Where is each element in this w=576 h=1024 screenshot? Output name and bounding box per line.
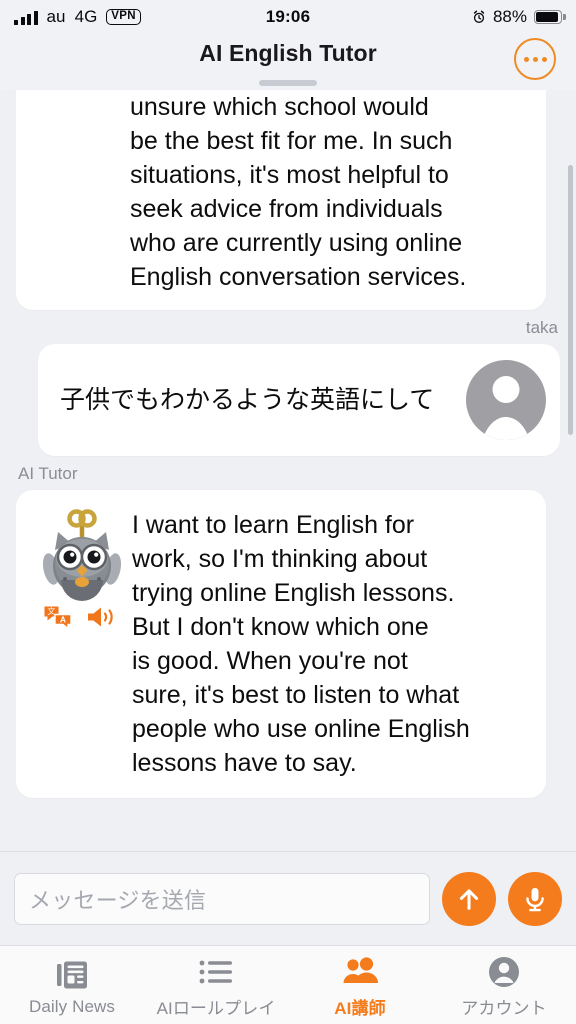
user-message-bubble[interactable]: 子供でもわかるような英語にして xyxy=(38,344,560,456)
message-row-user-1: 子供でもわかるような英語にして xyxy=(16,344,560,456)
tab-label: AI講師 xyxy=(334,999,386,1018)
sender-label-user: taka xyxy=(525,318,558,337)
tab-label: AIロールプレイ xyxy=(156,999,276,1018)
status-bar: au 4G VPN 19:06 88% xyxy=(0,0,576,34)
tab-label: アカウント xyxy=(461,999,547,1018)
send-button[interactable] xyxy=(442,871,496,926)
alarm-clock-icon xyxy=(472,10,486,24)
bottom-tab-bar: Daily News AIロールプレイ AI講師 アカウント xyxy=(0,945,576,1024)
more-options-icon[interactable] xyxy=(514,38,556,80)
app-screen: au 4G VPN 19:06 88% AI English Tutor uns… xyxy=(0,0,576,1024)
tab-ai-roleplay[interactable]: AIロールプレイ xyxy=(144,946,288,1024)
clock-time: 19:06 xyxy=(265,7,311,26)
speaker-volume-icon[interactable] xyxy=(85,604,117,630)
voice-input-button[interactable] xyxy=(508,871,562,926)
sheet-grabber-handle[interactable] xyxy=(259,80,317,86)
message-text: business English, but I'm unsure which s… xyxy=(130,93,467,291)
owl-mascot-icon xyxy=(39,506,125,602)
message-text: 子供でもわかるような英語にして xyxy=(60,386,435,414)
newspaper-icon xyxy=(56,958,88,992)
arrow-up-icon xyxy=(455,885,483,913)
microphone-icon xyxy=(521,885,549,913)
message-composer: メッセージを送信 xyxy=(0,851,576,945)
account-circle-icon xyxy=(488,955,520,989)
sender-label-ai: AI Tutor xyxy=(18,464,78,483)
message-input[interactable]: メッセージを送信 xyxy=(14,872,430,925)
message-row-ai-1: business English, but I'm unsure which s… xyxy=(16,90,560,310)
svg-text:文: 文 xyxy=(47,606,55,616)
page-title: AI English Tutor xyxy=(199,40,377,66)
message-row-ai-2: 文 A I want to learn English for work, so… xyxy=(16,490,560,798)
tab-label: Daily News xyxy=(28,996,116,1016)
vertical-scrollbar[interactable] xyxy=(568,165,573,435)
ai-message-actions: 文 A xyxy=(43,604,121,630)
people-icon xyxy=(342,955,378,989)
message-text: I want to learn English for work, so I'm… xyxy=(132,511,470,777)
tab-account[interactable]: アカウント xyxy=(432,946,576,1024)
app-header: AI English Tutor xyxy=(0,34,576,90)
list-icon xyxy=(199,955,233,989)
chat-message-list[interactable]: business English, but I'm unsure which s… xyxy=(0,90,576,851)
tab-daily-news[interactable]: Daily News xyxy=(0,946,144,1024)
translate-icon[interactable]: 文 A xyxy=(43,604,73,630)
battery-icon xyxy=(534,10,566,24)
message-input-placeholder: メッセージを送信 xyxy=(29,887,207,913)
ai-message-bubble[interactable]: 文 A I want to learn English for work, so… xyxy=(16,490,546,798)
user-avatar-icon xyxy=(466,360,546,440)
svg-text:A: A xyxy=(60,615,66,625)
ai-message-bubble[interactable]: business English, but I'm unsure which s… xyxy=(16,90,546,310)
tab-ai-tutor[interactable]: AI講師 xyxy=(288,946,432,1024)
ai-avatar-column: 文 A xyxy=(32,506,132,630)
